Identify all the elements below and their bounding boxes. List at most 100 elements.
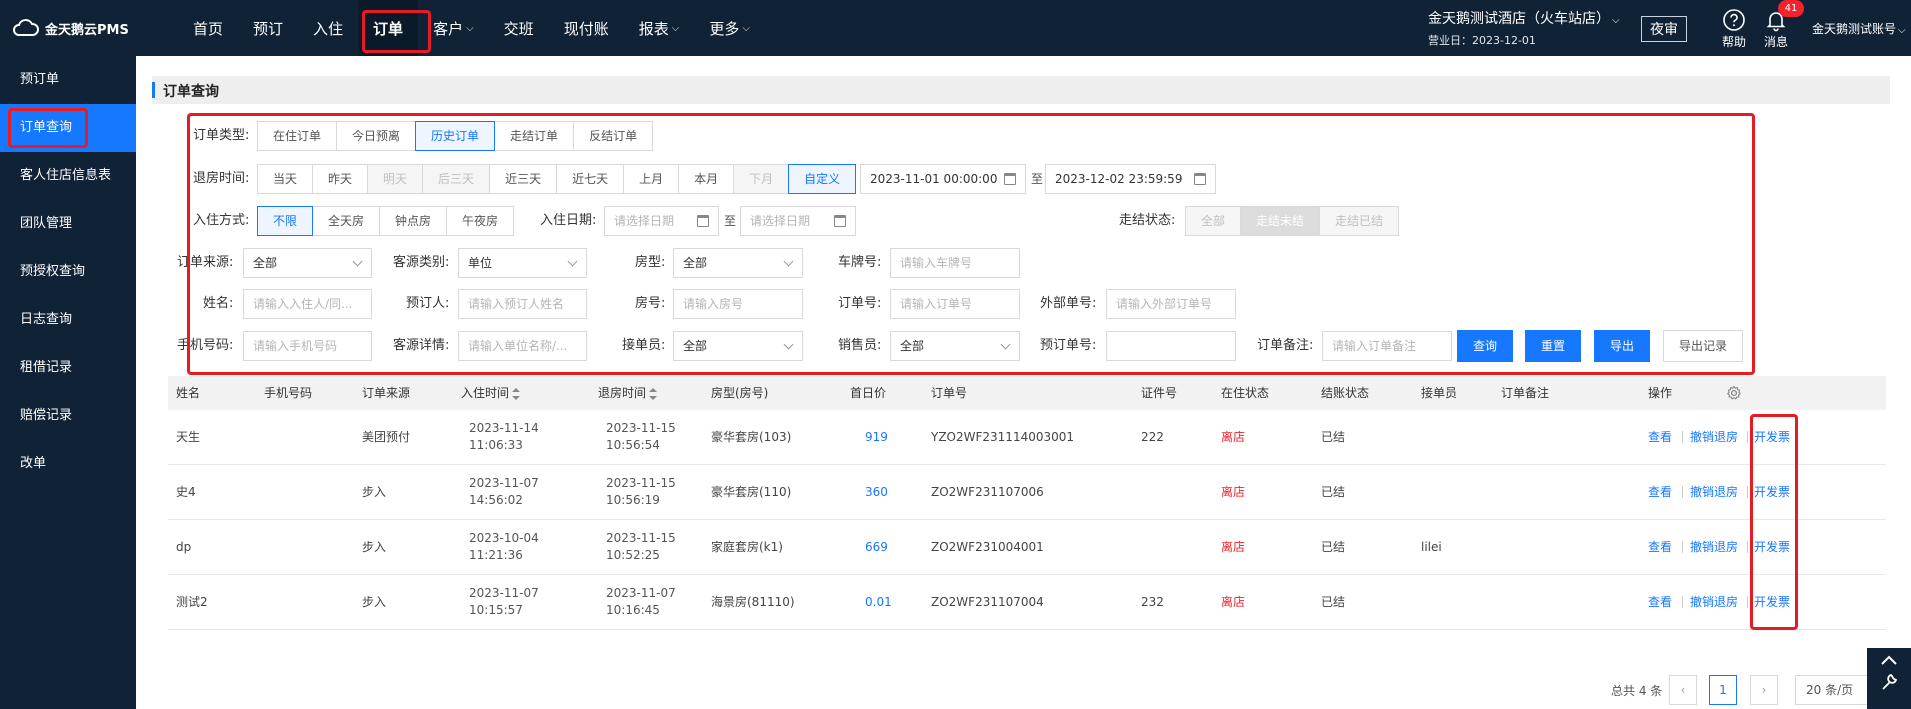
export-log-button[interactable]: 导出记录 bbox=[1663, 330, 1743, 362]
plate-input[interactable]: 请输入车牌号 bbox=[890, 248, 1020, 278]
sidebar-item-7[interactable]: 赔偿记录 bbox=[0, 392, 136, 440]
checkout-option-6[interactable]: 上月 bbox=[623, 164, 680, 194]
nav-item-2[interactable]: 入住 bbox=[298, 0, 358, 56]
column-header-4[interactable]: 退房时间 bbox=[598, 376, 658, 410]
checkin-from-date[interactable]: 请选择日期 bbox=[604, 206, 719, 236]
search-button[interactable]: 查询 bbox=[1457, 330, 1513, 362]
checkin-option-0[interactable]: 不限 bbox=[257, 206, 314, 236]
settle-option-0[interactable]: 全部 bbox=[1185, 206, 1242, 236]
checkout-option-8[interactable]: 下月 bbox=[733, 164, 790, 194]
remark-input[interactable]: 请输入订单备注 bbox=[1322, 331, 1452, 361]
phone-input[interactable]: 请输入手机号码 bbox=[243, 331, 372, 361]
hotel-switcher[interactable]: 金天鹅测试酒店（火车站店） ⌵ 营业日：2023-12-01 bbox=[1428, 8, 1628, 48]
help-label: 帮助 bbox=[1721, 35, 1746, 49]
sidebar-item-1[interactable]: 订单查询 bbox=[0, 104, 136, 152]
cell-checkin-time: 2023-11-14 11:06:33 bbox=[469, 410, 539, 465]
booker-input[interactable]: 请输入预订人姓名 bbox=[458, 289, 587, 319]
order-type-option-0[interactable]: 在住订单 bbox=[257, 121, 338, 151]
issue-invoice-link[interactable]: 开发票 bbox=[1754, 575, 1790, 630]
app-logo[interactable]: 金天鹅云PMS bbox=[12, 17, 129, 39]
messages-button[interactable]: 消息 41 bbox=[1758, 0, 1804, 50]
checkout-option-4[interactable]: 近三天 bbox=[489, 164, 558, 194]
issue-invoice-link[interactable]: 开发票 bbox=[1754, 410, 1790, 465]
settle-option-1[interactable]: 走结未结 bbox=[1240, 206, 1321, 236]
prev-page-button[interactable]: ‹ bbox=[1669, 675, 1697, 705]
checkin-to-date[interactable]: 请选择日期 bbox=[740, 206, 856, 236]
order-type-option-3[interactable]: 走结订单 bbox=[494, 121, 575, 151]
page-size-select[interactable]: 20 条/页 bbox=[1795, 675, 1871, 705]
issue-invoice-link[interactable]: 开发票 bbox=[1754, 465, 1790, 520]
room-type-select[interactable]: 全部 bbox=[673, 248, 803, 278]
checkout-option-7[interactable]: 本月 bbox=[678, 164, 735, 194]
view-link[interactable]: 查看 bbox=[1648, 575, 1672, 630]
checkin-option-2[interactable]: 钟点房 bbox=[379, 206, 448, 236]
checkin-option-3[interactable]: 午夜房 bbox=[446, 206, 515, 236]
checkout-option-2[interactable]: 明天 bbox=[367, 164, 424, 194]
sort-icon[interactable] bbox=[512, 387, 521, 400]
help-button[interactable]: 帮助 bbox=[1716, 8, 1752, 50]
guest-detail-input[interactable]: 请输入单位名称/... bbox=[458, 331, 587, 361]
undo-checkout-link[interactable]: 撤销退房 bbox=[1690, 465, 1738, 520]
column-header-3[interactable]: 入住时间 bbox=[461, 376, 521, 410]
checkout-to-date[interactable]: 2023-12-02 23:59:59 bbox=[1045, 164, 1216, 194]
cell-source: 步入 bbox=[362, 540, 387, 554]
nav-item-5[interactable]: 交班 bbox=[489, 0, 549, 56]
view-link[interactable]: 查看 bbox=[1648, 520, 1672, 575]
reset-button[interactable]: 重置 bbox=[1525, 330, 1581, 362]
undo-checkout-link[interactable]: 撤销退房 bbox=[1690, 410, 1738, 465]
nav-item-8[interactable]: 更多 ⌵ bbox=[694, 0, 765, 56]
sidebar-item-6[interactable]: 租借记录 bbox=[0, 344, 136, 392]
view-link[interactable]: 查看 bbox=[1648, 465, 1672, 520]
sidebar-item-5[interactable]: 日志查询 bbox=[0, 296, 136, 344]
page-number-button[interactable]: 1 bbox=[1709, 675, 1737, 705]
checkout-option-5[interactable]: 近七天 bbox=[556, 164, 625, 194]
external-no-input[interactable]: 请输入外部订单号 bbox=[1106, 289, 1236, 319]
sidebar-item-2[interactable]: 客人住店信息表 bbox=[0, 152, 136, 200]
user-menu[interactable]: 金天鹅测试账号 ⌵ bbox=[1812, 20, 1906, 37]
table-row: 天生 美团预付 2023-11-14 11:06:33 2023-11-15 10:56:… bbox=[168, 410, 1886, 465]
nav-item-1[interactable]: 预订 bbox=[238, 0, 298, 56]
undo-checkout-link[interactable]: 撤销退房 bbox=[1690, 520, 1738, 575]
room-no-input[interactable]: 请输入房号 bbox=[673, 289, 803, 319]
issue-invoice-link[interactable]: 开发票 bbox=[1754, 520, 1790, 575]
guest-category-select[interactable]: 单位 bbox=[458, 248, 587, 278]
export-button[interactable]: 导出 bbox=[1594, 330, 1650, 362]
receptionist-select[interactable]: 全部 bbox=[673, 331, 803, 361]
order-source-select[interactable]: 全部 bbox=[243, 248, 372, 278]
night-audit-button[interactable]: 夜审 bbox=[1641, 16, 1687, 42]
order-type-option-1[interactable]: 今日预离 bbox=[336, 121, 417, 151]
order-type-option-4[interactable]: 反结订单 bbox=[573, 121, 654, 151]
order-no-input[interactable]: 请输入订单号 bbox=[890, 289, 1020, 319]
sidebar-item-4[interactable]: 预授权查询 bbox=[0, 248, 136, 296]
chevron-down-icon bbox=[783, 339, 794, 350]
cell-order-no: ZO2WF231107006 bbox=[931, 485, 1044, 499]
floating-toolbar[interactable] bbox=[1867, 648, 1911, 709]
sidebar-item-0[interactable]: 预订单 bbox=[0, 56, 136, 104]
nav-item-7[interactable]: 报表 ⌵ bbox=[624, 0, 695, 56]
name-input[interactable]: 请输入入住人/同... bbox=[243, 289, 372, 319]
sidebar-item-8[interactable]: 改单 bbox=[0, 440, 136, 488]
nav-item-0[interactable]: 首页 bbox=[178, 0, 238, 56]
checkout-option-3[interactable]: 后三天 bbox=[422, 164, 491, 194]
nav-item-3[interactable]: 订单 bbox=[358, 0, 419, 56]
checkin-option-1[interactable]: 全天房 bbox=[312, 206, 381, 236]
undo-checkout-link[interactable]: 撤销退房 bbox=[1690, 575, 1738, 630]
gear-icon[interactable] bbox=[1726, 385, 1742, 401]
nav-item-label: 入住 bbox=[313, 19, 344, 38]
booking-no-input[interactable] bbox=[1106, 331, 1236, 361]
column-header-label: 房型(房号) bbox=[711, 386, 769, 400]
order-type-option-2[interactable]: 历史订单 bbox=[415, 121, 496, 151]
guest-category-label: 客源类别: bbox=[393, 255, 450, 270]
salesperson-select[interactable]: 全部 bbox=[890, 331, 1020, 361]
checkout-option-9[interactable]: 自定义 bbox=[788, 164, 857, 194]
sidebar-item-3[interactable]: 团队管理 bbox=[0, 200, 136, 248]
next-page-button[interactable]: › bbox=[1750, 675, 1778, 705]
settle-option-2[interactable]: 走结已结 bbox=[1319, 206, 1400, 236]
view-link[interactable]: 查看 bbox=[1648, 410, 1672, 465]
checkout-from-date[interactable]: 2023-11-01 00:00:00 bbox=[860, 164, 1026, 194]
checkout-option-0[interactable]: 当天 bbox=[257, 164, 314, 194]
nav-item-6[interactable]: 现付账 bbox=[549, 0, 624, 56]
sort-icon[interactable] bbox=[649, 387, 658, 400]
checkout-option-1[interactable]: 昨天 bbox=[312, 164, 369, 194]
nav-item-4[interactable]: 客户 ⌵ bbox=[418, 0, 489, 56]
